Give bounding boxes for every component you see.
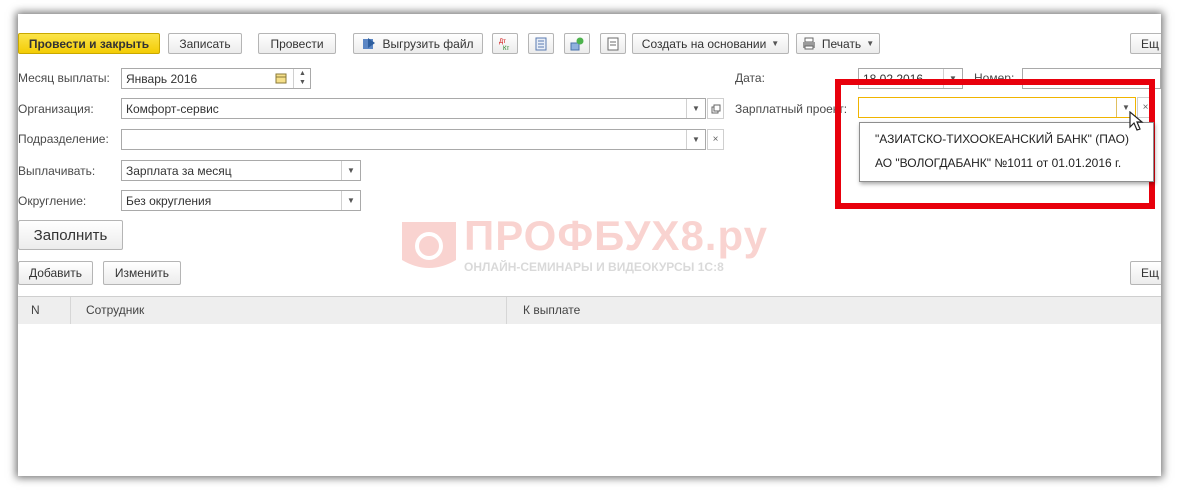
- watermark-title: ПРОФБУХ8.ру: [464, 212, 768, 259]
- post-and-close-label: Провести и закрыть: [28, 36, 150, 51]
- table-body[interactable]: [18, 324, 1161, 476]
- clear-icon[interactable]: ×: [707, 129, 724, 150]
- more-button[interactable]: Ещ: [1130, 33, 1161, 54]
- calendar-icon[interactable]: [275, 72, 287, 87]
- report-icon[interactable]: [528, 33, 554, 54]
- mouse-cursor-icon: [1129, 110, 1145, 136]
- svg-text:Дт: Дт: [499, 39, 506, 45]
- month-spinner[interactable]: ▲ ▼: [293, 69, 311, 88]
- column-divider: [506, 297, 507, 324]
- edit-label: Изменить: [114, 266, 170, 280]
- table-more-label: Ещ: [1141, 266, 1159, 280]
- open-icon[interactable]: [707, 98, 724, 119]
- chevron-down-icon: ▼: [771, 39, 780, 48]
- edit-button[interactable]: Изменить: [103, 261, 181, 285]
- date-label: Дата:: [735, 71, 765, 85]
- printer-icon: [802, 37, 816, 50]
- payment-month-value: Январь 2016: [126, 72, 198, 86]
- fill-button[interactable]: Заполнить: [18, 220, 123, 250]
- dropdown-item[interactable]: АО "ВОЛОГДАБАНК" №1011 от 01.01.2016 г.: [875, 156, 1121, 170]
- add-button[interactable]: Добавить: [18, 261, 93, 285]
- salary-project-label: Зарплатный проект:: [735, 102, 848, 116]
- column-header-to-pay[interactable]: К выплате: [523, 303, 580, 317]
- watermark-logo: [402, 222, 456, 268]
- chevron-down-icon[interactable]: ▼: [686, 99, 705, 118]
- column-divider: [70, 297, 71, 324]
- post-label: Провести: [270, 36, 324, 51]
- watermark-subtitle: ОНЛАЙН-СЕМИНАРЫ И ВИДЕОКУРСЫ 1С:8: [464, 260, 724, 274]
- export-icon: [362, 37, 376, 50]
- create-based-on-button[interactable]: Создать на основании ▼: [632, 33, 789, 54]
- chevron-down-icon[interactable]: ▼: [341, 161, 360, 180]
- pay-type-label: Выплачивать:: [18, 164, 96, 178]
- add-label: Добавить: [28, 266, 83, 280]
- payment-month-field[interactable]: Январь 2016 ▲ ▼: [121, 68, 311, 89]
- organization-label: Организация:: [18, 102, 94, 116]
- svg-text:Кт: Кт: [503, 46, 509, 51]
- export-file-button[interactable]: Выгрузить файл: [353, 33, 483, 54]
- table-more-button[interactable]: Ещ: [1130, 261, 1161, 285]
- more-label: Ещ: [1141, 36, 1159, 51]
- post-and-close-button[interactable]: Провести и закрыть: [18, 33, 160, 54]
- chevron-down-icon[interactable]: ▼: [341, 191, 360, 210]
- export-file-label: Выгрузить файл: [382, 36, 474, 51]
- rounding-select[interactable]: Без округления ▼: [121, 190, 361, 211]
- rounding-value: Без округления: [126, 194, 212, 208]
- save-label: Записать: [179, 36, 231, 51]
- department-field[interactable]: ▼: [121, 129, 706, 150]
- chevron-down-icon: ▼: [866, 39, 875, 48]
- print-label: Печать: [821, 36, 862, 51]
- document-window: Провести и закрыть Записать Провести Выг…: [18, 14, 1161, 476]
- column-header-employee[interactable]: Сотрудник: [86, 303, 144, 317]
- print-button[interactable]: Печать ▼: [796, 33, 880, 54]
- dt-kt-icon[interactable]: Дт Кт: [492, 33, 518, 54]
- salary-project-dropdown: "АЗИАТСКО-ТИХООКЕАНСКИЙ БАНК" (ПАО) АО "…: [859, 122, 1154, 182]
- document-icon[interactable]: [600, 33, 626, 54]
- structure-icon[interactable]: [564, 33, 590, 54]
- create-based-on-label: Создать на основании: [641, 36, 767, 51]
- department-label: Подразделение:: [18, 132, 109, 146]
- chevron-down-icon[interactable]: ▼: [686, 130, 705, 149]
- rounding-label: Округление:: [18, 194, 87, 208]
- pay-type-select[interactable]: Зарплата за месяц ▼: [121, 160, 361, 181]
- save-button[interactable]: Записать: [168, 33, 242, 54]
- organization-value: Комфорт-сервис: [126, 102, 219, 116]
- dropdown-item[interactable]: "АЗИАТСКО-ТИХООКЕАНСКИЙ БАНК" (ПАО): [875, 132, 1129, 146]
- table-header: N Сотрудник К выплате: [18, 296, 1161, 325]
- organization-field[interactable]: Комфорт-сервис ▼: [121, 98, 706, 119]
- post-button[interactable]: Провести: [258, 33, 336, 54]
- column-header-number[interactable]: N: [31, 303, 40, 317]
- pay-type-value: Зарплата за месяц: [126, 164, 232, 178]
- payment-month-label: Месяц выплаты:: [18, 71, 110, 85]
- fill-label: Заполнить: [33, 226, 108, 244]
